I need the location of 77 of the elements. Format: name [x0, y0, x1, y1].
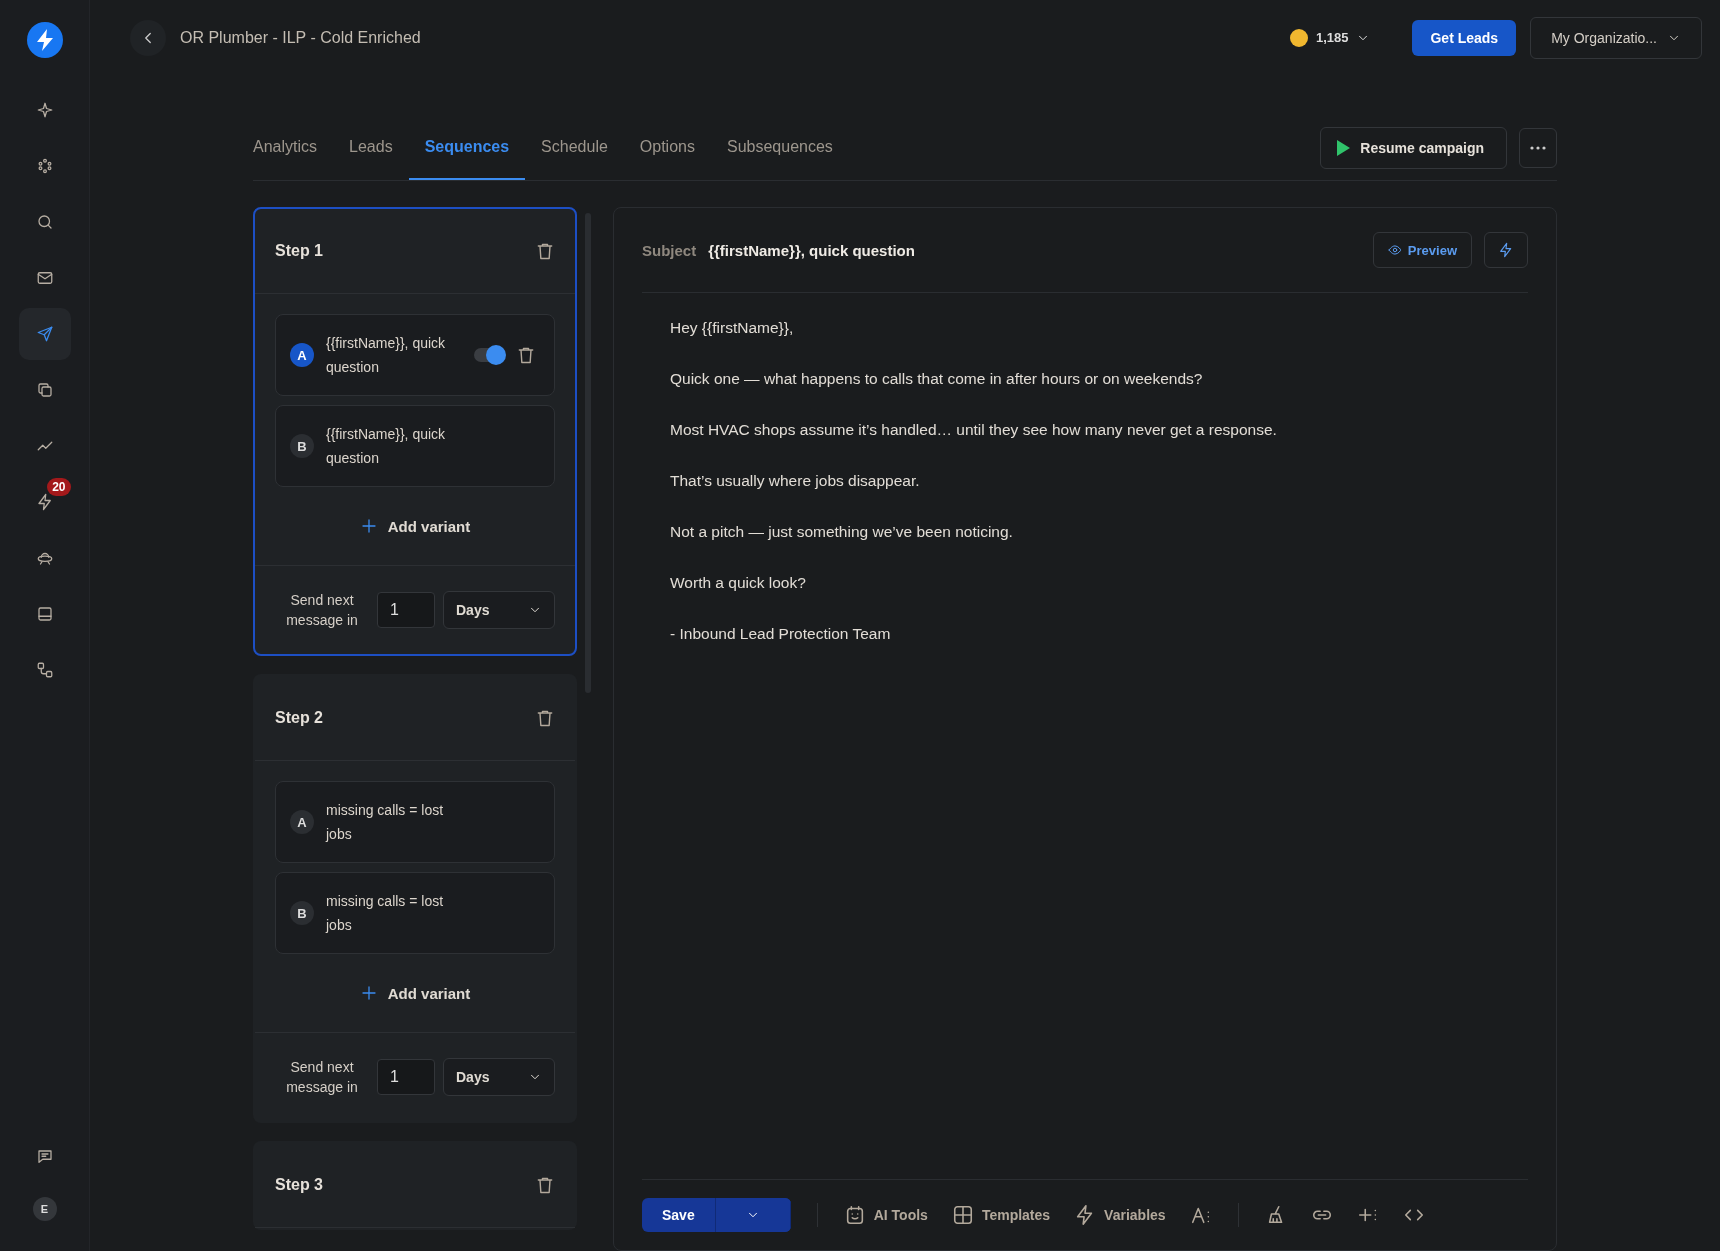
- email-paragraph: Worth a quick look?: [670, 574, 807, 592]
- chat-icon: [35, 1148, 54, 1166]
- step-title: Step 1: [275, 242, 323, 260]
- tab[interactable]: Sequences: [408, 76, 526, 180]
- toolbar-button[interactable]: Templates: [943, 1198, 1059, 1232]
- step-card[interactable]: Step 2 A missing calls = lost jobs B missing calls = lost jobs Add variant Send next message in 1 Days: [253, 674, 577, 1123]
- sidebar-item[interactable]: [18, 308, 71, 360]
- more-icon: [1530, 146, 1546, 150]
- step-title: Step 3: [275, 1176, 323, 1194]
- add-variant-button[interactable]: Add variant: [255, 487, 575, 565]
- email-paragraph: Not a pitch — just something we’ve been noticing.: [670, 523, 1014, 541]
- variant-letter: A: [290, 343, 314, 367]
- unit-dropdown[interactable]: Days: [443, 591, 555, 629]
- email-paragraph: Most HVAC shops assume it’s handled… until they see how many never get a response.: [670, 421, 1278, 439]
- variant-letter: A: [290, 810, 314, 834]
- search-icon: [35, 213, 54, 231]
- get-leads-button[interactable]: Get Leads: [1412, 19, 1517, 56]
- user-avatar[interactable]: E: [32, 1197, 57, 1221]
- tab[interactable]: Subsequences: [710, 76, 849, 180]
- toolbar-button[interactable]: Variables: [1066, 1198, 1174, 1232]
- add-variant-button[interactable]: Add variant: [255, 954, 575, 1032]
- variant-subject: missing calls = lost jobs: [326, 801, 445, 844]
- variant-card[interactable]: B missing calls = lost jobs: [275, 872, 555, 954]
- email-paragraph: - Inbound Lead Protection Team: [670, 625, 892, 643]
- tab[interactable]: Analytics: [253, 76, 334, 180]
- trash-icon: [535, 241, 555, 261]
- bolt-icon: [1498, 242, 1514, 258]
- organization-menu[interactable]: My Organizatio...: [1530, 16, 1702, 59]
- email-paragraph: Hey {{firstName}},: [670, 319, 795, 337]
- subject-text: {{firstName}}, quick question: [708, 241, 916, 259]
- trash-icon: [516, 345, 536, 365]
- tab[interactable]: Leads: [333, 76, 409, 180]
- tab[interactable]: Schedule: [525, 76, 624, 180]
- campaign-title: OR Plumber - ILP - Cold Enriched: [180, 28, 422, 47]
- variant-subject: missing calls = lost jobs: [326, 892, 445, 935]
- variant-card[interactable]: B {{firstName}}, quick question: [275, 405, 555, 487]
- send-icon: [35, 325, 54, 343]
- step-title: Step 2: [275, 709, 323, 727]
- delay-input[interactable]: 1: [377, 1059, 435, 1095]
- trash-icon: [535, 1175, 555, 1195]
- app-logo[interactable]: [26, 22, 63, 58]
- variant-letter: B: [290, 434, 314, 458]
- delay-input[interactable]: 1: [377, 592, 435, 628]
- tab[interactable]: Options: [623, 76, 711, 180]
- credits-menu[interactable]: 1,185: [1283, 27, 1377, 48]
- layout-icon: [951, 1204, 974, 1226]
- toolbar-button[interactable]: AI Tools: [835, 1198, 936, 1232]
- variant-letter: B: [290, 901, 314, 925]
- copy-icon: [35, 381, 54, 399]
- delay-label: Send next message in: [285, 1058, 359, 1097]
- notification-badge: 20: [47, 478, 71, 496]
- toggle-switch[interactable]: [474, 348, 504, 362]
- eye-icon: [1387, 243, 1402, 257]
- step-card[interactable]: Step 3: [253, 1141, 577, 1230]
- variant-card[interactable]: A missing calls = lost jobs: [275, 781, 555, 863]
- delay-label: Send next message in: [285, 591, 359, 630]
- subject-label: Subject: [642, 241, 697, 259]
- variant-subject: {{firstName}}, quick question: [326, 334, 447, 377]
- email-paragraph: Quick one — what happens to calls that come in after hours or on weekends?: [670, 370, 1204, 388]
- email-paragraph: That’s usually where jobs disappear.: [670, 472, 921, 490]
- ai-button[interactable]: [1484, 232, 1528, 268]
- trash-icon: [535, 708, 555, 728]
- sidebar-item[interactable]: 20: [18, 476, 71, 528]
- save-button[interactable]: Save: [642, 1198, 791, 1232]
- variant-subject: {{firstName}}, quick question: [326, 425, 447, 468]
- step-card[interactable]: Step 1 A {{firstName}}, quick question B {{firstName}}, quick question Add variant Send next message in 1 Days: [253, 207, 577, 656]
- coin-icon: [1289, 28, 1308, 47]
- sparkle-icon: [35, 101, 54, 119]
- variant-card[interactable]: A {{firstName}}, quick question: [275, 314, 555, 396]
- unit-dropdown[interactable]: Days: [443, 1058, 555, 1096]
- resume-campaign-button[interactable]: Resume campaign: [1320, 127, 1507, 169]
- inbox-icon: [35, 605, 54, 623]
- preview-button[interactable]: Preview: [1372, 232, 1472, 268]
- play-icon: [1337, 140, 1351, 156]
- mail-icon: [35, 269, 54, 287]
- bolt-icon: [35, 493, 54, 511]
- nodes-icon: [35, 661, 54, 679]
